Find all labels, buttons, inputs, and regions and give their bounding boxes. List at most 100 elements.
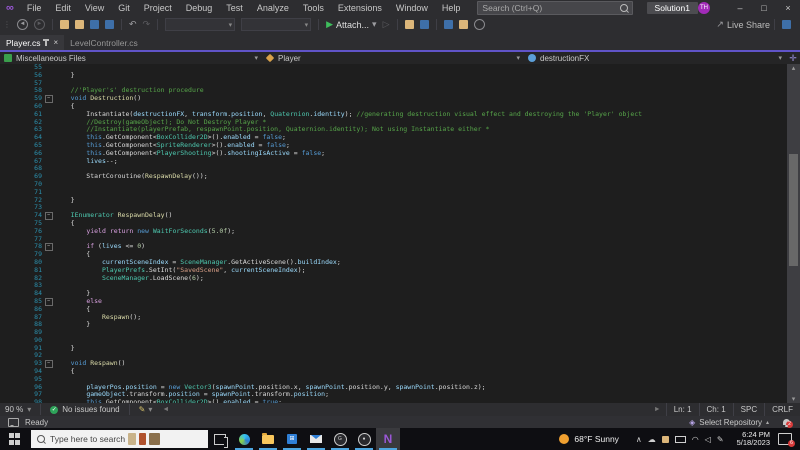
health-indicator[interactable]: ✓ No issues found [45,403,124,416]
code-line[interactable]: 91 } [0,344,800,353]
menu-analyze[interactable]: Analyze [250,0,296,16]
breadcrumb-type[interactable]: Player ▾ [262,52,524,64]
user-avatar[interactable]: TH [698,2,710,14]
code-line[interactable]: 72 } [0,196,800,205]
code-line[interactable]: 55 [0,64,800,72]
live-share-icon[interactable]: ↗ [716,19,724,30]
fold-collapse-icon[interactable]: − [42,243,55,252]
code-line[interactable]: 89 [0,328,800,337]
live-share-label[interactable]: Live Share [727,20,770,30]
code-line[interactable]: 84 } [0,289,800,298]
menu-tools[interactable]: Tools [296,0,331,16]
code-line[interactable]: 93− void Respawn() [0,359,800,369]
chevron-down-icon[interactable]: ▾ [254,54,258,62]
search-highlight-vase-image[interactable] [139,433,147,445]
code-line[interactable]: 74− IEnumerator RespawnDelay() [0,211,800,221]
scroll-down-icon[interactable]: ▾ [787,395,800,403]
save-icon[interactable] [90,20,99,29]
tab-player-cs[interactable]: Player.cs × [0,35,65,50]
code-cleanup-control[interactable]: ✎ ▾ [134,403,158,416]
maximize-button[interactable]: □ [752,0,776,16]
code-line[interactable]: 85− else [0,297,800,306]
code-line[interactable]: 83 [0,282,800,290]
code-line[interactable]: 90 [0,336,800,345]
code-line[interactable]: 67 lives--; [0,157,800,166]
properties-icon[interactable] [443,20,453,29]
vertical-scrollbar[interactable]: ▴ ▾ [787,64,800,403]
navigate-forward-icon[interactable]: ► [34,19,45,30]
menu-test[interactable]: Test [219,0,250,16]
mail-icon[interactable] [304,428,328,450]
feedback-icon[interactable] [782,20,791,29]
chevron-down-icon[interactable]: ▾ [778,54,782,62]
chevron-down-icon[interactable]: ▾ [516,54,520,62]
fold-collapse-icon[interactable]: − [42,212,55,221]
code-line[interactable]: 76 yield return new WaitForSeconds(5.0f)… [0,227,800,236]
attach-button[interactable]: ▶ Attach... ▾ [323,19,379,30]
menu-help[interactable]: Help [435,0,468,16]
solution-explorer-icon[interactable] [419,20,429,29]
action-center-icon[interactable]: 6 [778,433,795,447]
code-line[interactable]: 88 } [0,320,800,329]
tray-chevron-up-icon[interactable]: ∧ [636,435,642,444]
minimize-button[interactable]: – [728,0,752,16]
taskbar-search-input[interactable]: Type here to search [31,430,208,448]
extensions-icon[interactable] [458,20,468,29]
solution-selector[interactable]: Solution1 [646,2,698,14]
code-line[interactable]: 70 [0,180,800,189]
game-launcher-icon[interactable]: G [328,428,352,450]
indentation-indicator[interactable]: SPC [732,403,764,416]
menu-git[interactable]: Git [111,0,137,16]
eol-indicator[interactable]: CRLF [764,403,800,416]
tray-app-icon[interactable] [661,435,669,443]
battery-icon[interactable] [674,435,686,443]
pin-icon[interactable] [42,38,49,46]
fold-collapse-icon[interactable]: − [42,360,55,369]
code-line[interactable]: 87 Respawn(); [0,313,800,322]
code-line[interactable]: 82 SceneManager.LoadScene(6); [0,274,800,283]
task-view-button[interactable] [208,428,232,450]
wifi-icon[interactable]: ◠ [692,435,699,444]
configuration-dropdown[interactable]: ▾ [165,18,236,31]
find-in-files-icon[interactable] [404,20,414,29]
save-all-icon[interactable] [105,20,114,29]
search-input[interactable]: Search (Ctrl+Q) [477,1,633,15]
search-highlight-building-image[interactable] [149,433,161,445]
cleanup-dropdown-icon[interactable]: ▾ [148,405,152,414]
code-line[interactable]: 69 StartCoroutine(RespawnDelay()); [0,172,800,181]
redo-icon[interactable]: ↷ [143,19,151,30]
attach-dropdown-icon[interactable]: ▾ [372,19,377,30]
navigate-back-icon[interactable]: ◄ [17,19,28,30]
feedback-smiley-icon[interactable] [8,417,19,427]
menu-project[interactable]: Project [137,0,179,16]
split-editor-button[interactable]: ✛ [786,53,800,64]
scroll-up-icon[interactable]: ▴ [787,64,800,72]
edge-browser-icon[interactable] [232,428,256,450]
game-launcher-2-icon[interactable]: ● [352,428,376,450]
menu-file[interactable]: File [20,0,49,16]
onedrive-cloud-icon[interactable]: ☁ [648,435,656,444]
file-explorer-icon[interactable] [256,428,280,450]
weather-label[interactable]: 68°F Sunny [574,434,619,444]
menu-extensions[interactable]: Extensions [331,0,389,16]
repository-dropdown-icon[interactable]: ▴ [766,419,769,426]
menu-view[interactable]: View [78,0,111,16]
scrollbar-thumb[interactable] [789,154,798,266]
select-repository-button[interactable]: Select Repository [699,418,762,427]
menu-window[interactable]: Window [389,0,435,16]
pen-settings-icon[interactable]: ✎ [717,435,724,444]
fold-collapse-icon[interactable]: − [42,95,55,104]
microsoft-store-icon[interactable]: ⊞ [280,428,304,450]
start-button[interactable] [9,433,21,445]
fold-collapse-icon[interactable]: − [42,297,55,306]
open-file-icon[interactable] [75,20,84,29]
code-line[interactable]: 59− void Destruction() [0,94,800,104]
platform-dropdown[interactable]: ▾ [241,18,312,31]
breadcrumb-project[interactable]: Miscellaneous Files ▾ [0,52,262,64]
new-project-icon[interactable] [60,20,69,29]
notifications-bell-icon[interactable]: 2 [783,419,793,428]
code-line[interactable]: 78− if (lives <= 0) [0,242,800,252]
hscroll-right-icon[interactable]: ► [649,403,666,416]
close-tab-icon[interactable]: × [54,38,59,47]
code-line[interactable]: 94 { [0,367,800,376]
